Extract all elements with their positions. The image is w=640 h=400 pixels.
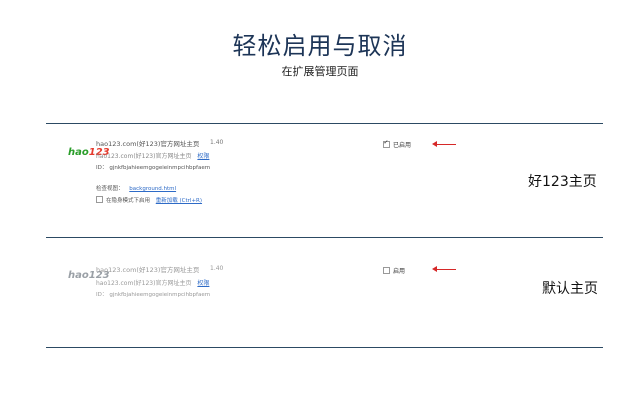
left-arrow-icon xyxy=(432,141,456,147)
extension-card-disabled: hao123 hao123.com(好123)官方网址主页 1.40 hao12… xyxy=(46,238,603,347)
callout-default-home: 默认主页 xyxy=(542,281,598,297)
extension-id: ID： gjnkfbjahieemgogeieinmpcihbpfaem xyxy=(96,292,211,298)
enabled-label: 已启用 xyxy=(393,142,412,149)
incognito-checkbox[interactable] xyxy=(96,196,103,203)
incognito-row: 在隐身模式下启用 重新加载 (Ctrl+R) xyxy=(96,196,202,204)
hao123-logo-disabled: hao123 xyxy=(68,270,110,281)
extension-card-enabled: hao123 hao123.com(好123)官方网址主页 1.40 hao12… xyxy=(46,124,603,237)
extension-name: hao123.com(好123)官方网址主页 xyxy=(96,266,200,274)
enabled-checkbox-icon[interactable] xyxy=(383,139,390,148)
extension-name: hao123.com(好123)官方网址主页 xyxy=(96,140,200,148)
extension-description: hao123.com(好123)官方网址主页 权限 xyxy=(96,280,210,287)
extension-id: ID： gjnkfbjahieemgogeieinmpcihbpfaem xyxy=(96,165,211,171)
extension-version: 1.40 xyxy=(210,265,224,272)
permissions-link[interactable]: 权限 xyxy=(197,280,209,287)
left-arrow-icon xyxy=(432,266,456,272)
enable-checkbox-icon[interactable] xyxy=(383,267,390,274)
extension-version: 1.40 xyxy=(210,139,224,146)
background-page-link[interactable]: background.html xyxy=(129,186,176,192)
page-title: 轻松启用与取消 xyxy=(232,32,408,60)
inspect-views: 检查视图： background.html xyxy=(96,186,177,192)
callout-hao123-home: 好123主页 xyxy=(528,174,597,190)
enable-label: 启用 xyxy=(393,268,406,275)
enable-toggle[interactable]: 已启用 xyxy=(383,139,412,149)
enable-toggle[interactable]: 启用 xyxy=(383,266,405,275)
extension-description: hao123.com(好123)官方网址主页 权限 xyxy=(96,153,210,160)
hao123-logo: hao123 xyxy=(68,147,110,158)
page-subtitle: 在扩展管理页面 xyxy=(281,65,359,78)
divider-bottom xyxy=(46,347,603,348)
reload-link[interactable]: 重新加载 (Ctrl+R) xyxy=(156,198,202,204)
permissions-link[interactable]: 权限 xyxy=(197,153,209,160)
